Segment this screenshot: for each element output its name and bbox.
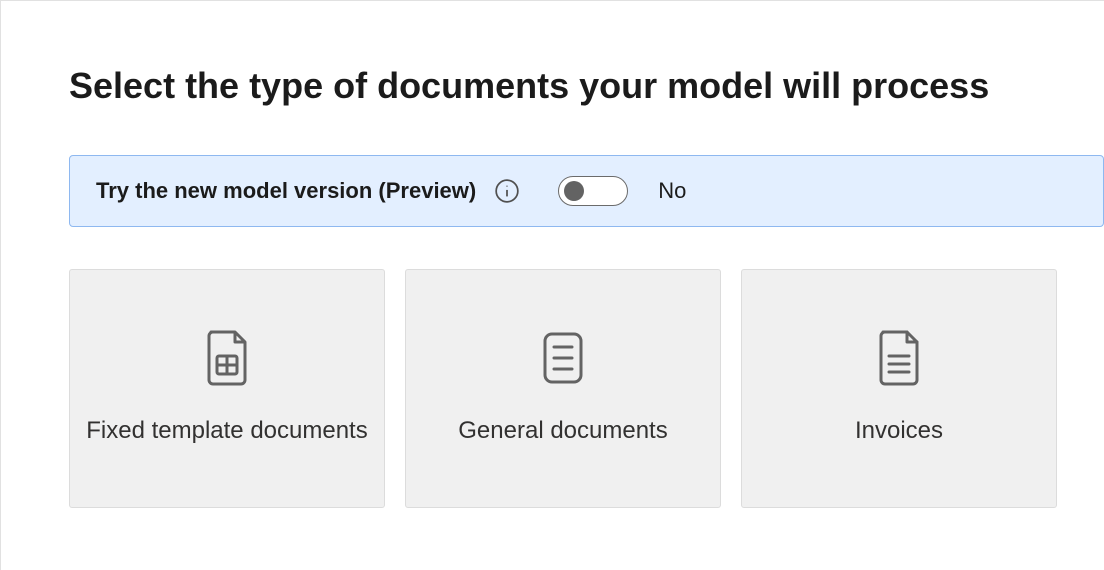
card-invoices[interactable]: Invoices bbox=[741, 269, 1057, 508]
preview-banner: Try the new model version (Preview) No bbox=[69, 155, 1104, 227]
invoices-icon bbox=[876, 329, 922, 387]
preview-toggle[interactable] bbox=[558, 176, 628, 206]
general-documents-icon bbox=[539, 329, 587, 387]
toggle-knob bbox=[564, 181, 584, 201]
page-title: Select the type of documents your model … bbox=[69, 65, 1104, 107]
card-label: Invoices bbox=[855, 415, 943, 447]
card-general-documents[interactable]: General documents bbox=[405, 269, 721, 508]
card-label: Fixed template documents bbox=[86, 415, 367, 447]
page-container: Select the type of documents your model … bbox=[0, 0, 1104, 570]
preview-banner-label: Try the new model version (Preview) bbox=[96, 178, 476, 204]
info-icon[interactable] bbox=[494, 178, 520, 204]
card-label: General documents bbox=[458, 415, 667, 447]
card-fixed-template[interactable]: Fixed template documents bbox=[69, 269, 385, 508]
document-type-cards: Fixed template documents General documen… bbox=[69, 269, 1104, 508]
preview-toggle-state: No bbox=[658, 178, 686, 204]
fixed-template-icon bbox=[204, 329, 250, 387]
